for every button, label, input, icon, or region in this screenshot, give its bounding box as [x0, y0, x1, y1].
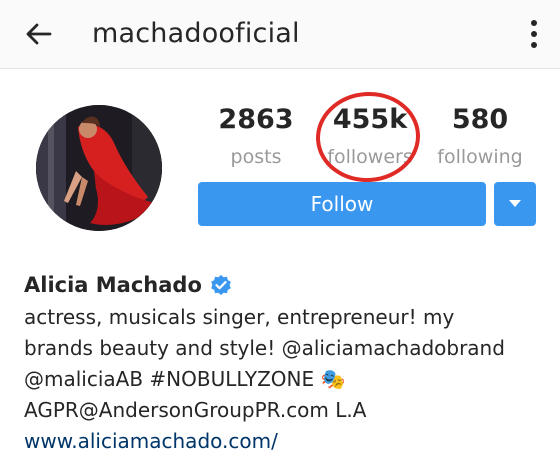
- avatar[interactable]: [36, 105, 162, 231]
- profile-photo: [36, 105, 162, 231]
- website-link[interactable]: www.aliciamachado.com/: [24, 426, 554, 457]
- following-count: 580: [451, 104, 509, 135]
- more-options-button[interactable]: [522, 14, 546, 54]
- bio-line: AGPR@AndersonGroupPR.com L.A: [24, 398, 367, 422]
- profile-bio: Alicia Machado actress, musicals singer,…: [24, 268, 554, 457]
- verified-badge-icon: [210, 274, 232, 296]
- profile-name: Alicia Machado: [24, 273, 202, 297]
- back-button[interactable]: [18, 14, 58, 54]
- caret-down-icon: [509, 200, 521, 207]
- arrow-back-icon: [26, 23, 52, 45]
- posts-label: posts: [230, 146, 282, 168]
- posts-count: 2863: [218, 104, 294, 135]
- following-label: following: [437, 146, 523, 168]
- bio-line: @maliciaAB #NOBULLYZONE 🎭: [24, 367, 346, 391]
- more-vertical-icon: [531, 20, 537, 26]
- name-row: Alicia Machado: [24, 268, 554, 302]
- bio-line: brands beauty and style! @aliciamachadob…: [24, 336, 505, 360]
- top-bar: machadooficial: [0, 0, 560, 69]
- posts-stat: 2863 posts: [212, 100, 300, 172]
- following-stat[interactable]: 580 following: [428, 100, 532, 172]
- bio-line: actress, musicals singer, entrepreneur! …: [24, 305, 455, 329]
- follow-button[interactable]: Follow: [198, 182, 486, 226]
- page-title: machadooficial: [92, 18, 300, 49]
- suggested-accounts-dropdown-button[interactable]: [494, 182, 536, 226]
